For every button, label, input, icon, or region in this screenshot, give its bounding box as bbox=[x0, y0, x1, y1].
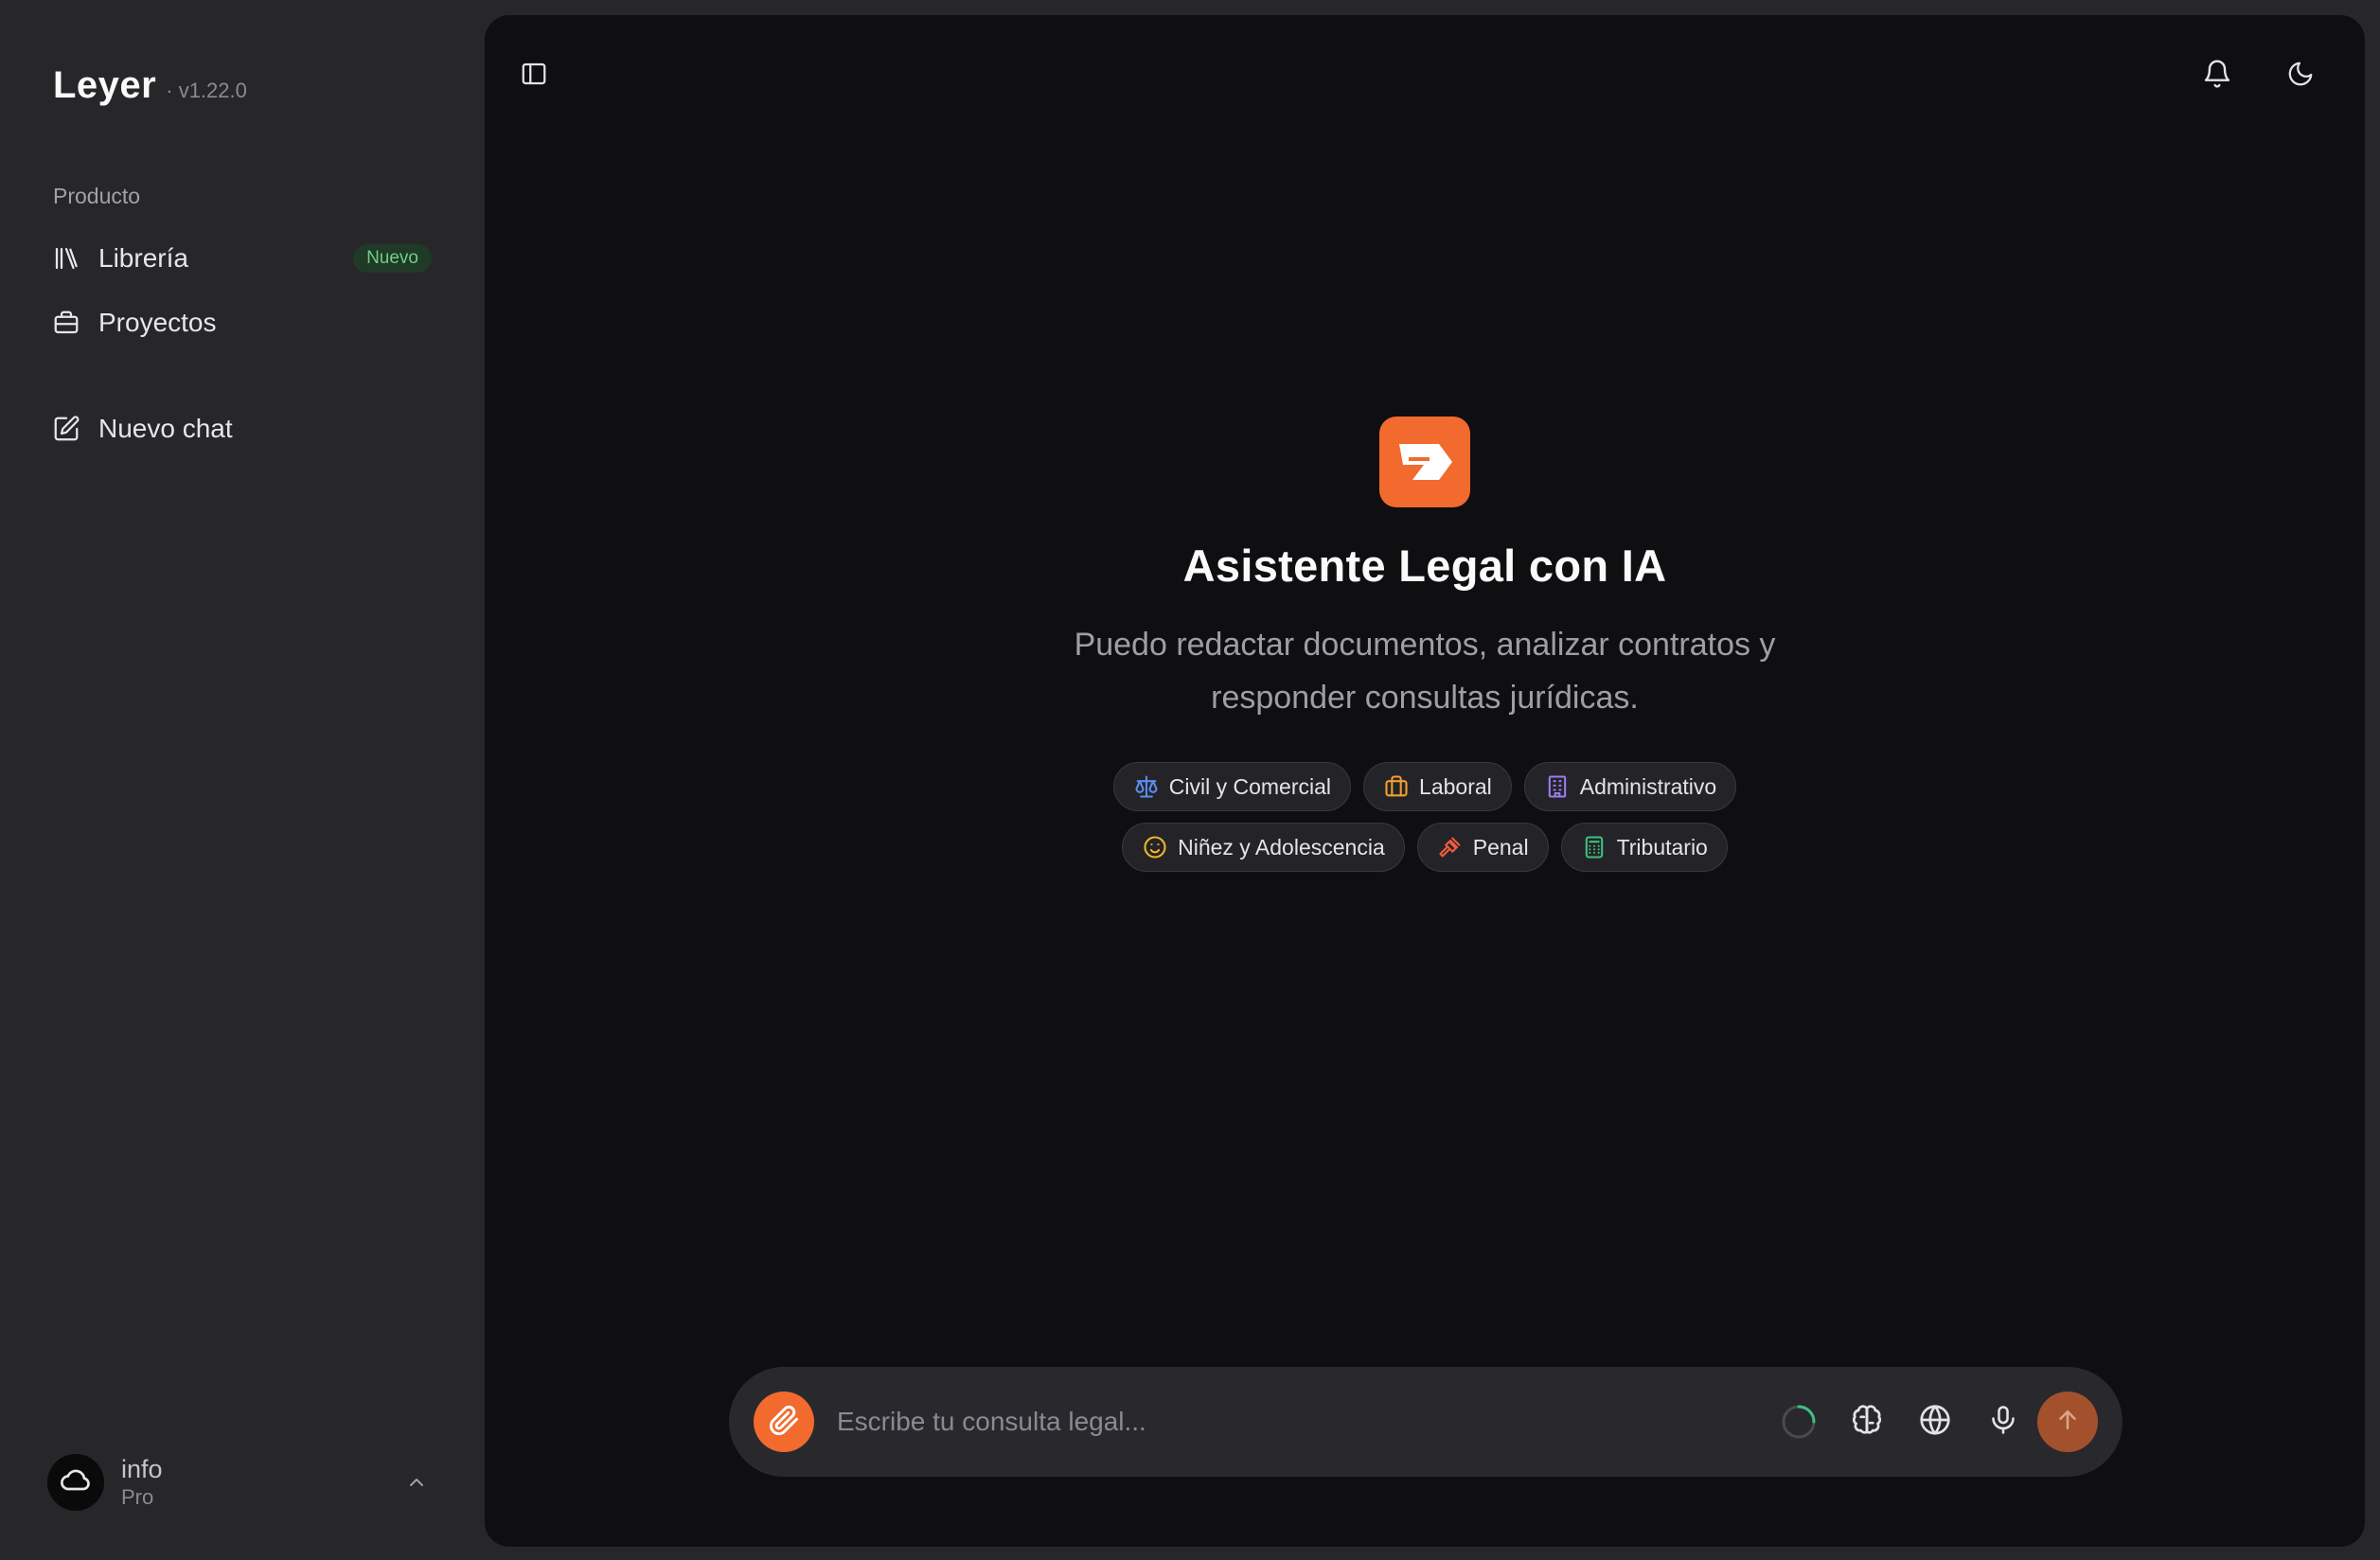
voice-input-button[interactable] bbox=[1982, 1401, 2024, 1443]
attach-button[interactable] bbox=[754, 1392, 814, 1452]
avatar bbox=[47, 1454, 104, 1511]
user-name: info bbox=[121, 1455, 163, 1483]
hero-subtitle-line: responder consultas jurídicas. bbox=[1211, 680, 1639, 716]
web-search-button[interactable] bbox=[1914, 1401, 1956, 1443]
chevron-up-icon bbox=[403, 1469, 430, 1496]
send-button[interactable] bbox=[2037, 1392, 2098, 1452]
sidebar-toggle-icon bbox=[520, 60, 548, 93]
app-version: · v1.22.0 bbox=[166, 79, 247, 102]
library-icon bbox=[51, 243, 81, 274]
bell-icon bbox=[2202, 59, 2232, 94]
chat-input[interactable] bbox=[835, 1395, 1744, 1448]
chip-row: Niñez y Adolescencia Penal Tributario bbox=[1122, 823, 1728, 872]
main-panel: Asistente Legal con IA Puedo redactar do… bbox=[485, 15, 2365, 1547]
brand: Leyer · v1.22.0 bbox=[53, 64, 247, 107]
sidebar-item-label: Nuevo chat bbox=[98, 414, 233, 443]
suggestion-chips: Civil y Comercial Laboral Administrativo… bbox=[1112, 762, 1737, 872]
calculator-icon bbox=[1581, 834, 1607, 860]
hero-title: Asistente Legal con IA bbox=[1182, 541, 1667, 591]
notifications-button[interactable] bbox=[2191, 49, 2244, 102]
sidebar-item-libreria[interactable]: Librería Nuevo bbox=[38, 231, 445, 286]
chat-composer bbox=[729, 1367, 2122, 1477]
chip-civil-comercial[interactable]: Civil y Comercial bbox=[1112, 762, 1352, 811]
globe-icon bbox=[1917, 1402, 1953, 1443]
gavel-icon bbox=[1437, 834, 1464, 860]
mic-icon bbox=[1986, 1403, 2020, 1442]
chip-laboral[interactable]: Laboral bbox=[1363, 762, 1512, 811]
sidebar-item-label: Librería bbox=[98, 243, 188, 273]
sidebar-item-proyectos[interactable]: Proyectos bbox=[38, 295, 445, 350]
chip-label: Niñez y Adolescencia bbox=[1178, 834, 1385, 860]
sidebar-toggle-button[interactable] bbox=[507, 49, 560, 102]
loading-spinner-icon bbox=[1778, 1401, 1820, 1443]
moon-icon bbox=[2286, 60, 2315, 93]
user-plan: Pro bbox=[121, 1485, 154, 1509]
cloud-icon bbox=[59, 1463, 93, 1502]
user-menu[interactable]: info Pro bbox=[38, 1443, 445, 1522]
brain-icon bbox=[1849, 1402, 1885, 1443]
leyer-logo bbox=[1379, 417, 1470, 507]
chip-row: Civil y Comercial Laboral Administrativo bbox=[1112, 762, 1737, 811]
sidebar-item-label: Proyectos bbox=[98, 308, 217, 337]
hero-subtitle-line: Puedo redactar documentos, analizar cont… bbox=[1074, 627, 1776, 663]
welcome-hero: Asistente Legal con IA Puedo redactar do… bbox=[485, 417, 2365, 872]
edit-icon bbox=[51, 414, 81, 444]
chip-penal[interactable]: Penal bbox=[1416, 823, 1549, 872]
briefcase-icon bbox=[51, 308, 81, 338]
arrow-up-icon bbox=[2053, 1406, 2082, 1439]
briefcase-icon bbox=[1383, 773, 1410, 800]
paperclip-icon bbox=[767, 1403, 801, 1442]
section-label-producto: Producto bbox=[53, 184, 141, 208]
chip-label: Penal bbox=[1472, 834, 1529, 860]
chip-label: Laboral bbox=[1419, 773, 1492, 799]
hero-subtitle: Puedo redactar documentos, analizar cont… bbox=[1018, 618, 1832, 724]
chip-label: Civil y Comercial bbox=[1168, 773, 1332, 799]
chip-label: Tributario bbox=[1616, 834, 1708, 860]
smile-icon bbox=[1142, 834, 1168, 860]
scale-icon bbox=[1133, 773, 1160, 800]
theme-toggle-button[interactable] bbox=[2274, 49, 2327, 102]
reasoning-button[interactable] bbox=[1846, 1401, 1888, 1443]
new-badge: Nuevo bbox=[353, 244, 432, 273]
chip-tributario[interactable]: Tributario bbox=[1560, 823, 1728, 872]
brand-name: Leyer bbox=[53, 64, 157, 106]
chip-administrativo[interactable]: Administrativo bbox=[1523, 762, 1737, 811]
user-info: info Pro bbox=[121, 1454, 163, 1511]
new-chat-button[interactable]: Nuevo chat bbox=[38, 401, 445, 456]
building-icon bbox=[1544, 773, 1571, 800]
chip-label: Administrativo bbox=[1579, 773, 1717, 799]
sidebar: Leyer · v1.22.0 Producto Librería Nuevo … bbox=[0, 0, 485, 1560]
chip-ninez-adolescencia[interactable]: Niñez y Adolescencia bbox=[1122, 823, 1405, 872]
